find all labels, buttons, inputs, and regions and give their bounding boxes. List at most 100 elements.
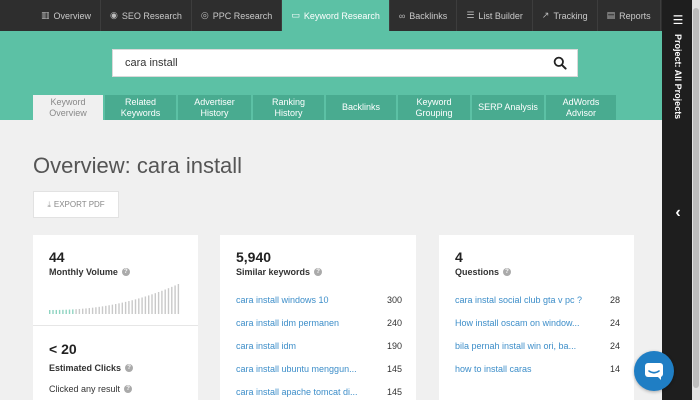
- sparkline-bar: [151, 294, 153, 314]
- scrollbar-thumb[interactable]: [693, 8, 699, 388]
- keyword-link[interactable]: cara install windows 10: [236, 295, 329, 305]
- line-chart-icon: ↗: [541, 10, 550, 20]
- project-selector[interactable]: ☰ Project: All Projects: [668, 14, 688, 119]
- question-link[interactable]: How install oscam on window...: [455, 318, 580, 328]
- monthly-volume-label: Monthly Volume?: [49, 267, 182, 277]
- sparkline-bar: [134, 299, 137, 314]
- page-title: Overview: cara install: [33, 153, 243, 178]
- clicked-any-result: Clicked any result?: [49, 384, 133, 394]
- sparkline-bar: [128, 301, 130, 314]
- list-item: How install oscam on window... 24: [455, 311, 620, 334]
- sparkline-bar: [124, 301, 127, 314]
- sparkline-bar: [154, 293, 156, 314]
- sparkline-bar: [121, 302, 123, 314]
- list-icon: ☰: [466, 10, 475, 20]
- question-volume: 24: [609, 317, 620, 328]
- sparkline-bar: [65, 309, 67, 314]
- tab-related-keywords[interactable]: Related Keywords: [105, 95, 176, 120]
- keyword-volume: 145: [386, 363, 402, 374]
- link-icon: ∞: [398, 10, 406, 21]
- sparkline-bar: [167, 288, 170, 314]
- bar-chart-icon: ▥: [41, 10, 50, 20]
- question-link[interactable]: how to install caras: [455, 364, 532, 374]
- tab-keyword-grouping[interactable]: Keyword Grouping: [398, 95, 470, 120]
- sparkline-bar: [138, 298, 140, 314]
- sparkline-bar: [105, 305, 107, 314]
- nav-list-builder[interactable]: ☰ List Builder: [457, 0, 533, 31]
- question-link[interactable]: cara instal social club gta v pc ?: [455, 295, 582, 305]
- sparkline-bar: [72, 309, 74, 314]
- keyword-volume: 300: [386, 294, 402, 305]
- card-divider: [33, 325, 198, 326]
- sparkline-bar: [108, 305, 110, 314]
- nav-tracking[interactable]: ↗ Tracking: [533, 0, 598, 31]
- help-icon[interactable]: ?: [124, 385, 133, 393]
- question-link[interactable]: bila pernah install win ori, ba...: [455, 341, 576, 351]
- sparkline-bar: [52, 309, 54, 314]
- similar-keywords-label: Similar keywords?: [236, 267, 400, 277]
- nav-keyword-research[interactable]: ▭ Keyword Research: [282, 0, 390, 31]
- tab-bar: Keyword Overview Related Keywords Advert…: [33, 95, 618, 120]
- nav-reports[interactable]: ▤ Reports: [598, 0, 661, 31]
- nav-ppc-research[interactable]: ◎ PPC Research: [192, 0, 283, 31]
- search-box: [112, 49, 578, 77]
- help-icon[interactable]: ?: [503, 268, 512, 276]
- search-icon[interactable]: [553, 56, 567, 70]
- tab-adwords-advisor[interactable]: AdWords Advisor: [546, 95, 616, 120]
- keyword-volume: 240: [386, 317, 402, 328]
- nav-seo-research[interactable]: ◉ SEO Research: [101, 0, 192, 31]
- list-item: how to install caras 14: [455, 357, 620, 380]
- sparkline-bar: [68, 309, 71, 314]
- list-item: cara instal social club gta v pc ? 28: [455, 288, 620, 311]
- sparkline-bar: [98, 306, 100, 314]
- sparkline-bar: [157, 291, 160, 314]
- keyword-link[interactable]: cara install apache tomcat di...: [236, 387, 358, 397]
- sparkline-bar: [75, 309, 77, 314]
- sparkline-bar: [131, 300, 133, 314]
- sparkline-bar: [49, 310, 51, 314]
- similar-keywords-card: 5,940 Similar keywords? cara install win…: [220, 235, 416, 400]
- search-input[interactable]: [125, 57, 545, 69]
- sparkline-bar: [111, 304, 114, 314]
- keyword-link[interactable]: cara install idm permanen: [236, 318, 339, 328]
- question-volume: 28: [609, 294, 620, 305]
- menu-icon: ☰: [672, 13, 684, 27]
- similar-keywords-list: cara install windows 10 300 cara install …: [236, 288, 402, 400]
- top-nav: ▥ Overview ◉ SEO Research ◎ PPC Research ▭ K…: [0, 0, 662, 31]
- tab-serp-analysis[interactable]: SERP Analysis: [472, 95, 544, 120]
- target-icon: ◎: [200, 10, 209, 20]
- sparkline-bar: [85, 308, 87, 314]
- scrollbar[interactable]: [692, 0, 700, 400]
- nav-overview[interactable]: ▥ Overview: [32, 0, 102, 31]
- chat-button[interactable]: [634, 351, 674, 391]
- keyword-link[interactable]: cara install ubuntu menggun...: [236, 364, 357, 374]
- help-icon[interactable]: ?: [121, 268, 130, 276]
- export-pdf-button[interactable]: ⤓ EXPORT PDF: [33, 191, 119, 218]
- sparkline-bar: [118, 303, 120, 314]
- project-label: Project: All Projects: [673, 34, 683, 120]
- sparkline-bar: [55, 309, 57, 314]
- sparkline-bar: [164, 289, 166, 314]
- similar-keywords-value: 5,940: [236, 249, 272, 265]
- sparkline-bar: [161, 290, 163, 314]
- tab-keyword-overview[interactable]: Keyword Overview: [33, 95, 103, 120]
- questions-value: 4: [455, 249, 463, 265]
- help-icon[interactable]: ?: [314, 268, 323, 276]
- estimated-clicks-label: Estimated Clicks?: [49, 363, 134, 373]
- help-icon[interactable]: ?: [125, 364, 134, 372]
- chevron-left-icon[interactable]: ‹: [668, 204, 688, 222]
- sparkline-bar: [101, 306, 104, 314]
- sparkline-bar: [148, 295, 150, 314]
- sparkline-bar: [174, 285, 176, 314]
- tab-ranking-history[interactable]: Ranking History: [253, 95, 324, 120]
- sparkline-bar: [141, 297, 143, 314]
- tab-backlinks[interactable]: Backlinks: [326, 95, 396, 120]
- chat-icon: [645, 363, 663, 380]
- questions-list: cara instal social club gta v pc ? 28 How…: [455, 288, 620, 380]
- pdf-icon: ⤓: [47, 199, 51, 209]
- document-icon: ▤: [606, 10, 616, 20]
- tab-advertiser-history[interactable]: Advertiser History: [178, 95, 251, 120]
- nav-backlinks[interactable]: ∞ Backlinks: [390, 0, 458, 31]
- sparkline-bar: [78, 308, 81, 314]
- keyword-link[interactable]: cara install idm: [236, 341, 296, 351]
